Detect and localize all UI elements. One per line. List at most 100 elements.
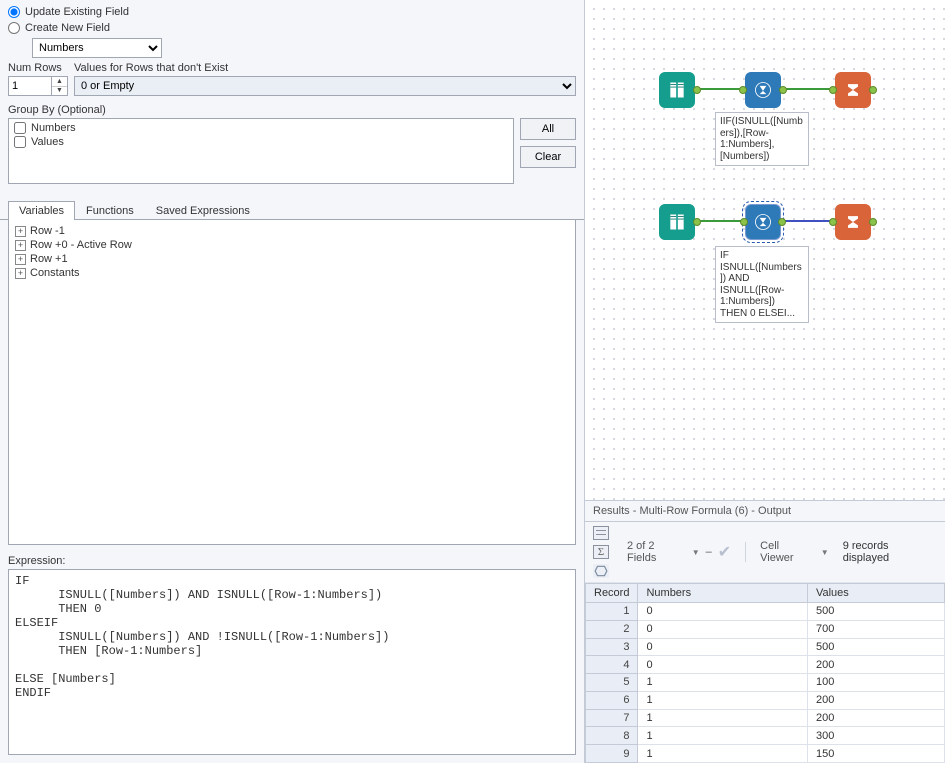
table-row[interactable]: 10500 (586, 603, 945, 621)
plus-icon[interactable]: + (15, 240, 26, 251)
tree-item-label: Row +1 (30, 253, 68, 265)
multirow-formula-tool-1[interactable] (745, 72, 781, 108)
records-displayed: 9 records displayed (843, 540, 937, 564)
dash-icon: ‒ (706, 546, 712, 558)
col-header-numbers[interactable]: Numbers (638, 584, 807, 603)
results-panel: Results - Multi-Row Formula (6) - Output… (585, 500, 945, 763)
col-header-record[interactable]: Record (586, 584, 638, 603)
table-row[interactable]: 71200 (586, 709, 945, 727)
plus-icon[interactable]: + (15, 254, 26, 265)
label-num-rows: Num Rows (8, 62, 68, 74)
table-row[interactable]: 81300 (586, 727, 945, 745)
table-row[interactable]: 61200 (586, 691, 945, 709)
cell-numbers: 1 (638, 709, 807, 727)
checkbox-group-values[interactable] (14, 136, 26, 148)
workflow-canvas[interactable]: IIF(ISNULL([Numbers]),[Row-1:Numbers],[N… (585, 0, 945, 500)
cell-numbers: 1 (638, 691, 807, 709)
cell-values: 100 (807, 674, 944, 692)
plus-icon[interactable]: + (15, 226, 26, 237)
variables-tree[interactable]: + Row -1 + Row +0 - Active Row + Row +1 + Co… (8, 220, 576, 545)
input-tool-1[interactable] (659, 72, 695, 108)
port-icon (739, 86, 747, 94)
port-icon (829, 86, 837, 94)
chevron-down-icon[interactable]: ▼ (692, 548, 700, 557)
num-rows-up-icon[interactable]: ▲ (52, 77, 67, 87)
values-for-rows-select[interactable]: 0 or Empty (74, 76, 576, 96)
connector (781, 88, 831, 90)
cell-values: 700 (807, 620, 944, 638)
group-by-list[interactable]: Numbers Values (8, 118, 514, 184)
tree-item-label: Row -1 (30, 225, 65, 237)
label-group-by: Group By (Optional) (8, 104, 576, 116)
fields-count[interactable]: 2 of 2 Fields (627, 540, 686, 564)
table-row[interactable]: 30500 (586, 638, 945, 656)
cell-values: 150 (807, 745, 944, 763)
tool-annotation: IF ISNULL([Numbers]) AND ISNULL([Row-1:N… (715, 246, 809, 323)
tab-saved[interactable]: Saved Expressions (145, 201, 261, 220)
connector (781, 220, 831, 222)
results-grid[interactable]: Record Numbers Values 105002070030500402… (585, 583, 945, 763)
cell-values: 200 (807, 709, 944, 727)
group-item-label: Values (31, 136, 64, 148)
radio-create-new[interactable] (8, 22, 20, 34)
tab-functions[interactable]: Functions (75, 201, 145, 220)
tree-item-label: Row +0 - Active Row (30, 239, 132, 251)
check-icon[interactable]: ✔ (718, 542, 731, 562)
table-row[interactable]: 20700 (586, 620, 945, 638)
input-tool-2[interactable] (659, 204, 695, 240)
table-row[interactable]: 51100 (586, 674, 945, 692)
sigma-icon[interactable]: Σ (593, 545, 609, 559)
cell-numbers: 0 (638, 656, 807, 674)
row-number: 8 (586, 727, 638, 745)
row-number: 2 (586, 620, 638, 638)
clear-button[interactable]: Clear (520, 146, 576, 168)
cell-values: 500 (807, 603, 944, 621)
checkbox-group-numbers[interactable] (14, 122, 26, 134)
results-toolbar: Σ 2 of 2 Fields ▼ ‒ ✔ Cell Viewer ▼ 9 re… (585, 522, 945, 583)
hex-icon[interactable] (593, 564, 609, 578)
cell-values: 200 (807, 691, 944, 709)
chevron-down-icon[interactable]: ▼ (821, 548, 829, 557)
multirow-formula-tool-2[interactable] (745, 204, 781, 240)
port-icon (779, 86, 787, 94)
label-create-new: Create New Field (25, 22, 110, 34)
num-rows-down-icon[interactable]: ▼ (52, 87, 67, 96)
port-icon (693, 86, 701, 94)
config-panel: Update Existing Field Create New Field N… (0, 0, 585, 763)
label-update-existing: Update Existing Field (25, 6, 129, 18)
cell-viewer-label[interactable]: Cell Viewer (760, 540, 815, 564)
port-icon (693, 218, 701, 226)
label-expression: Expression: (0, 551, 584, 569)
table-row[interactable]: 40200 (586, 656, 945, 674)
summarize-tool-2[interactable] (835, 204, 871, 240)
cell-values: 300 (807, 727, 944, 745)
tabs-bar: Variables Functions Saved Expressions (0, 200, 584, 220)
results-title: Results - Multi-Row Formula (6) - Output (585, 501, 945, 522)
rows-view-icon[interactable] (593, 526, 609, 540)
row-number: 3 (586, 638, 638, 656)
plus-icon[interactable]: + (15, 268, 26, 279)
all-button[interactable]: All (520, 118, 576, 140)
num-rows-input[interactable] (9, 77, 51, 95)
port-icon (869, 218, 877, 226)
tool-annotation: IIF(ISNULL([Numbers]),[Row-1:Numbers],[N… (715, 112, 809, 166)
summarize-tool-1[interactable] (835, 72, 871, 108)
tree-item-label: Constants (30, 267, 80, 279)
tab-variables[interactable]: Variables (8, 201, 75, 220)
cell-numbers: 1 (638, 745, 807, 763)
field-select[interactable]: Numbers (32, 38, 162, 58)
table-row[interactable]: 91150 (586, 745, 945, 763)
row-number: 5 (586, 674, 638, 692)
expression-editor[interactable]: IF ISNULL([Numbers]) AND ISNULL([Row-1:N… (8, 569, 576, 755)
radio-update-existing[interactable] (8, 6, 20, 18)
num-rows-stepper[interactable]: ▲ ▼ (8, 76, 68, 96)
row-number: 7 (586, 709, 638, 727)
cell-numbers: 0 (638, 620, 807, 638)
col-header-values[interactable]: Values (807, 584, 944, 603)
row-number: 4 (586, 656, 638, 674)
separator (745, 542, 746, 562)
port-icon (869, 86, 877, 94)
cell-values: 200 (807, 656, 944, 674)
port-icon (740, 218, 748, 226)
cell-numbers: 0 (638, 603, 807, 621)
